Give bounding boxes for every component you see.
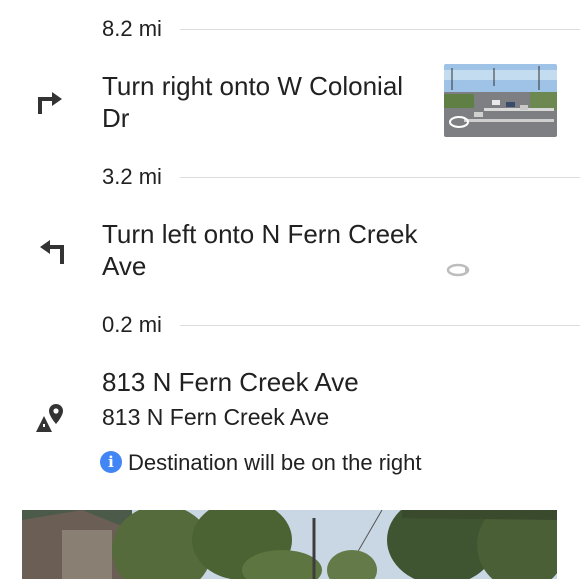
divider <box>180 177 580 178</box>
distance-row: 0.2 mi <box>0 310 580 340</box>
step-instruction: Turn left onto N Fern Creek Ave <box>102 219 418 281</box>
distance-row: 3.2 mi <box>0 162 580 192</box>
destination-photo[interactable] <box>22 510 557 579</box>
street-view-icon[interactable] <box>446 262 470 278</box>
info-icon: i <box>100 451 122 473</box>
destination-pin-icon <box>34 402 68 436</box>
distance-label: 8.2 mi <box>102 16 162 41</box>
divider <box>180 29 580 30</box>
distance-row: 8.2 mi <box>0 14 580 44</box>
destination-note: Destination will be on the right <box>128 450 422 475</box>
distance-label: 0.2 mi <box>102 312 162 337</box>
turn-right-icon <box>36 88 66 118</box>
turn-left-icon <box>36 236 66 266</box>
destination-address: 813 N Fern Creek Ave <box>102 404 330 430</box>
step-instruction: Turn right onto W Colonial Dr <box>102 71 404 133</box>
divider <box>180 325 580 326</box>
destination-title: 813 N Fern Creek Ave <box>102 367 359 397</box>
step-turn-left[interactable]: Turn left onto N Fern Creek Ave <box>0 218 580 288</box>
distance-label: 3.2 mi <box>102 164 162 189</box>
street-view-thumbnail[interactable] <box>444 64 557 137</box>
